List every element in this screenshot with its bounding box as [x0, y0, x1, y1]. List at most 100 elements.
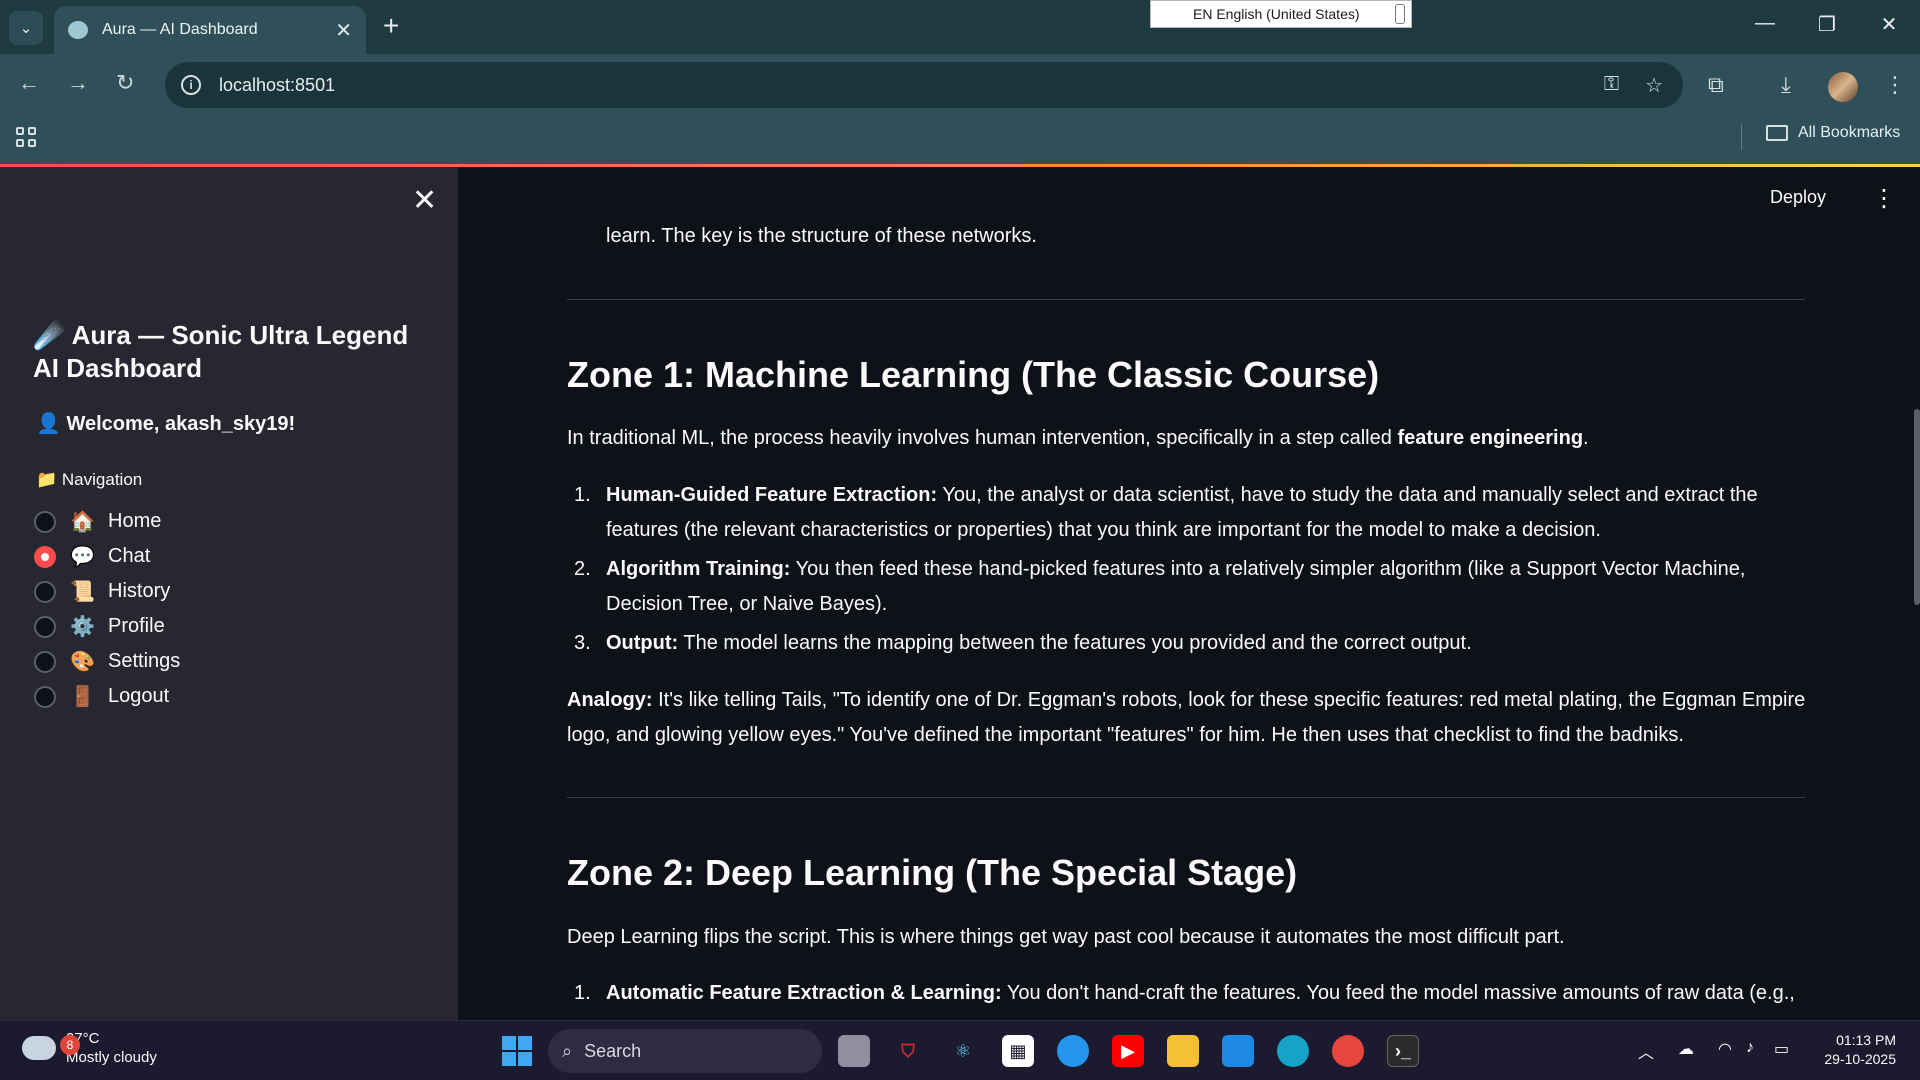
deploy-button[interactable]: Deploy	[1770, 187, 1826, 208]
folder-icon: 📁	[36, 470, 58, 489]
navigation-label: 📁 Navigation	[36, 470, 142, 490]
clock-date: 29-10-2025	[1824, 1051, 1896, 1067]
list-item-text: The model learns the mapping between the…	[678, 632, 1472, 654]
language-indicator[interactable]: EN English (United States)	[1150, 0, 1412, 28]
welcome-message: 👤 Welcome, akash_sky19!	[36, 411, 295, 436]
zone1-analogy: Analogy: It's like telling Tails, "To id…	[567, 683, 1807, 753]
palette-icon: 🎨	[70, 651, 95, 673]
notification-badge: 8	[60, 1035, 80, 1055]
main-menu-icon[interactable]: ⋮	[1872, 184, 1896, 213]
microsoft-store-icon[interactable]: ▦	[1002, 1035, 1034, 1067]
site-info-icon[interactable]: i	[181, 75, 201, 95]
react-atom-icon[interactable]: ⚛	[947, 1035, 979, 1067]
scroll-icon: 📜	[70, 581, 95, 603]
url-text[interactable]: localhost:8501	[219, 75, 335, 96]
active-tab[interactable]: Aura — AI Dashboard ✕	[54, 6, 366, 54]
browser-tab-strip: ⌄ Aura — AI Dashboard ✕ + EN English (Un…	[0, 0, 1920, 54]
youtube-icon[interactable]: ▶	[1112, 1035, 1144, 1067]
speech-bubble-icon: 💬	[70, 546, 95, 568]
password-key-icon[interactable]: ⚿	[1604, 73, 1619, 98]
close-window-button[interactable]: ✕	[1874, 12, 1904, 37]
sidebar-title-text: Aura — Sonic Ultra Legend AI Dashboard	[33, 320, 409, 383]
nav-item-history[interactable]: 📜 History	[34, 574, 180, 609]
system-clock[interactable]: 01:13 PM 29-10-2025	[1824, 1031, 1896, 1069]
list-number: 1.	[574, 484, 591, 506]
user-icon: 👤	[36, 413, 61, 435]
new-tab-button[interactable]: +	[383, 10, 399, 42]
mcafee-shield-icon[interactable]: ⛉	[892, 1035, 924, 1067]
search-icon: ⌕	[562, 1040, 573, 1061]
tab-title: Aura — AI Dashboard	[102, 21, 258, 38]
weather-condition: Mostly cloudy	[66, 1049, 157, 1066]
cloud-icon	[22, 1036, 56, 1060]
analogy-label: Analogy:	[567, 689, 653, 711]
list-number: 2.	[574, 558, 591, 580]
bookmarks-bar	[0, 116, 1920, 166]
zone2-intro: Deep Learning flips the script. This is …	[567, 926, 1565, 948]
scrollbar[interactable]	[1914, 409, 1920, 605]
tray-chevron-icon[interactable]: ︿	[1638, 1039, 1654, 1063]
nav-item-label: Profile	[108, 615, 165, 637]
weather-widget[interactable]: 8 27°C Mostly cloudy	[22, 1029, 157, 1067]
browser-menu-icon[interactable]: ⋮	[1884, 72, 1906, 98]
radio-button[interactable]	[34, 650, 56, 673]
navigation-radio-group: 🏠 Home 💬 Chat 📜 History ⚙️ Profile 🎨 Set…	[34, 504, 180, 714]
profile-avatar[interactable]	[1828, 72, 1858, 102]
radio-button-selected[interactable]	[34, 545, 56, 568]
zone1-intro-text: In traditional ML, the process heavily i…	[567, 427, 1398, 449]
windows-start-icon[interactable]	[502, 1036, 532, 1066]
house-icon: 🏠	[70, 511, 95, 533]
bookmark-star-icon[interactable]: ☆	[1645, 73, 1663, 98]
chrome-icon[interactable]	[1332, 1035, 1364, 1067]
radio-button[interactable]	[34, 615, 56, 638]
apps-grid-icon[interactable]	[16, 127, 36, 147]
list-item-text: You don't hand-craft the features. You f…	[1001, 982, 1795, 1004]
list-item-bold: Output:	[606, 632, 679, 654]
onedrive-icon[interactable]: ☁	[1678, 1039, 1694, 1059]
vscode-icon[interactable]	[1222, 1035, 1254, 1067]
nav-item-chat[interactable]: 💬 Chat	[34, 539, 180, 574]
terminal-icon[interactable]: ›_	[1387, 1035, 1419, 1067]
minimize-button[interactable]: —	[1750, 12, 1780, 35]
close-sidebar-icon[interactable]: ✕	[412, 183, 437, 218]
close-tab-icon[interactable]: ✕	[335, 18, 352, 43]
divider	[567, 299, 1805, 300]
battery-icon[interactable]: ▭	[1774, 1039, 1789, 1059]
taskbar-search[interactable]: ⌕ Search	[548, 1029, 822, 1073]
wifi-icon[interactable]: ◠	[1718, 1039, 1732, 1059]
zone2-list: 1. Automatic Feature Extraction & Learni…	[567, 976, 1807, 1015]
docker-icon[interactable]	[1057, 1035, 1089, 1067]
address-bar[interactable]: i localhost:8501 ⚿ ☆	[165, 62, 1683, 108]
main-content: Deploy ⋮ learn. The key is the structure…	[458, 167, 1920, 1020]
windows-taskbar: 8 27°C Mostly cloudy ⌕ Search ⛉ ⚛ ▦ ▶ ›_…	[0, 1020, 1920, 1080]
list-number: 1.	[574, 982, 591, 1004]
radio-button[interactable]	[34, 510, 56, 533]
language-grip-icon	[1395, 4, 1405, 24]
radio-button[interactable]	[34, 685, 56, 708]
nav-item-profile[interactable]: ⚙️ Profile	[34, 609, 180, 644]
back-arrow-icon[interactable]: ←	[18, 70, 40, 96]
comet-icon: ☄️	[33, 320, 66, 350]
extensions-icon[interactable]: ⧉	[1708, 72, 1724, 98]
file-explorer-icon[interactable]	[1167, 1035, 1199, 1067]
all-bookmarks-button[interactable]: All Bookmarks	[1766, 124, 1900, 142]
tab-search-button[interactable]: ⌄	[9, 11, 43, 45]
task-view-icon[interactable]	[838, 1035, 870, 1067]
sidebar-title: ☄️ Aura — Sonic Ultra Legend AI Dashboar…	[33, 319, 433, 385]
nav-item-home[interactable]: 🏠 Home	[34, 504, 180, 539]
door-icon: 🚪	[70, 686, 95, 708]
nav-item-settings[interactable]: 🎨 Settings	[34, 644, 180, 679]
restore-button[interactable]: ❐	[1812, 12, 1842, 37]
welcome-text: Welcome, akash_sky19!	[66, 413, 296, 435]
radio-button[interactable]	[34, 580, 56, 603]
volume-icon[interactable]: ♪	[1746, 1039, 1754, 1057]
zone1-heading: Zone 1: Machine Learning (The Classic Co…	[567, 354, 1380, 395]
nav-item-logout[interactable]: 🚪 Logout	[34, 679, 180, 714]
forward-arrow-icon[interactable]: →	[67, 70, 89, 96]
download-icon[interactable]: ⤓	[1781, 72, 1791, 98]
zone1-intro: In traditional ML, the process heavily i…	[567, 421, 1807, 456]
list-item: 1. Automatic Feature Extraction & Learni…	[567, 976, 1807, 1011]
chat-bubble-icon	[68, 21, 88, 39]
reload-icon[interactable]: ↻	[116, 70, 134, 96]
edge-browser-icon[interactable]	[1277, 1035, 1309, 1067]
